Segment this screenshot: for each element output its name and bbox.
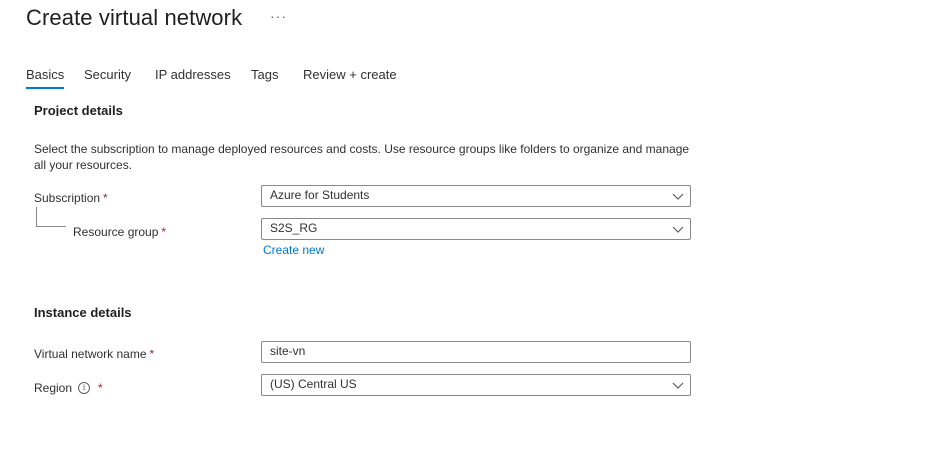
- create-new-resource-group-link[interactable]: Create new: [263, 243, 324, 257]
- resource-group-dropdown[interactable]: S2S_RG: [261, 218, 691, 240]
- vnet-name-label: Virtual network name *: [34, 347, 154, 361]
- tab-review-create[interactable]: Review + create: [303, 67, 397, 82]
- tab-security[interactable]: Security: [84, 67, 131, 82]
- page-title: Create virtual network: [26, 5, 243, 30]
- tab-tags[interactable]: Tags: [251, 67, 278, 82]
- region-label-text: Region: [34, 381, 73, 395]
- tree-connector-horizontal: [36, 226, 66, 227]
- resource-group-required-mark: *: [161, 225, 167, 239]
- vnet-name-label-text: Virtual network name: [34, 347, 147, 361]
- tab-ip-addresses[interactable]: IP addresses: [155, 67, 231, 82]
- tab-basics[interactable]: Basics: [26, 67, 65, 89]
- info-icon[interactable]: i: [78, 381, 91, 394]
- tree-connector-vertical: [36, 207, 37, 226]
- chevron-down-icon: [672, 382, 684, 389]
- region-dropdown[interactable]: (US) Central US: [261, 374, 691, 396]
- more-options-button[interactable]: ···: [270, 8, 287, 24]
- subscription-required-mark: *: [103, 191, 108, 205]
- subscription-value: Azure for Students: [270, 188, 370, 202]
- chevron-down-icon: [672, 226, 684, 233]
- vnet-name-input[interactable]: site-vn: [261, 341, 691, 363]
- subscription-label: Subscription *: [34, 191, 108, 205]
- project-details-heading: Project details: [34, 103, 123, 116]
- resource-group-label-text: Resource group: [73, 225, 159, 239]
- resource-group-label: Resource group *: [73, 225, 166, 239]
- project-details-description: Select the subscription to manage deploy…: [34, 142, 690, 172]
- instance-details-heading: Instance details: [34, 305, 132, 320]
- create-vnet-page: Create virtual network ··· Basics Securi…: [0, 0, 933, 449]
- project-details-heading-clip: Project details: [34, 100, 234, 116]
- resource-group-value: S2S_RG: [270, 221, 318, 235]
- chevron-down-icon: [672, 193, 684, 200]
- region-value: (US) Central US: [270, 377, 357, 391]
- subscription-dropdown[interactable]: Azure for Students: [261, 185, 691, 207]
- region-label: Region i *: [34, 381, 103, 395]
- subscription-label-text: Subscription: [34, 191, 101, 205]
- vnet-name-value: site-vn: [270, 344, 306, 358]
- region-required-mark: *: [98, 381, 103, 395]
- vnet-name-required-mark: *: [149, 347, 155, 361]
